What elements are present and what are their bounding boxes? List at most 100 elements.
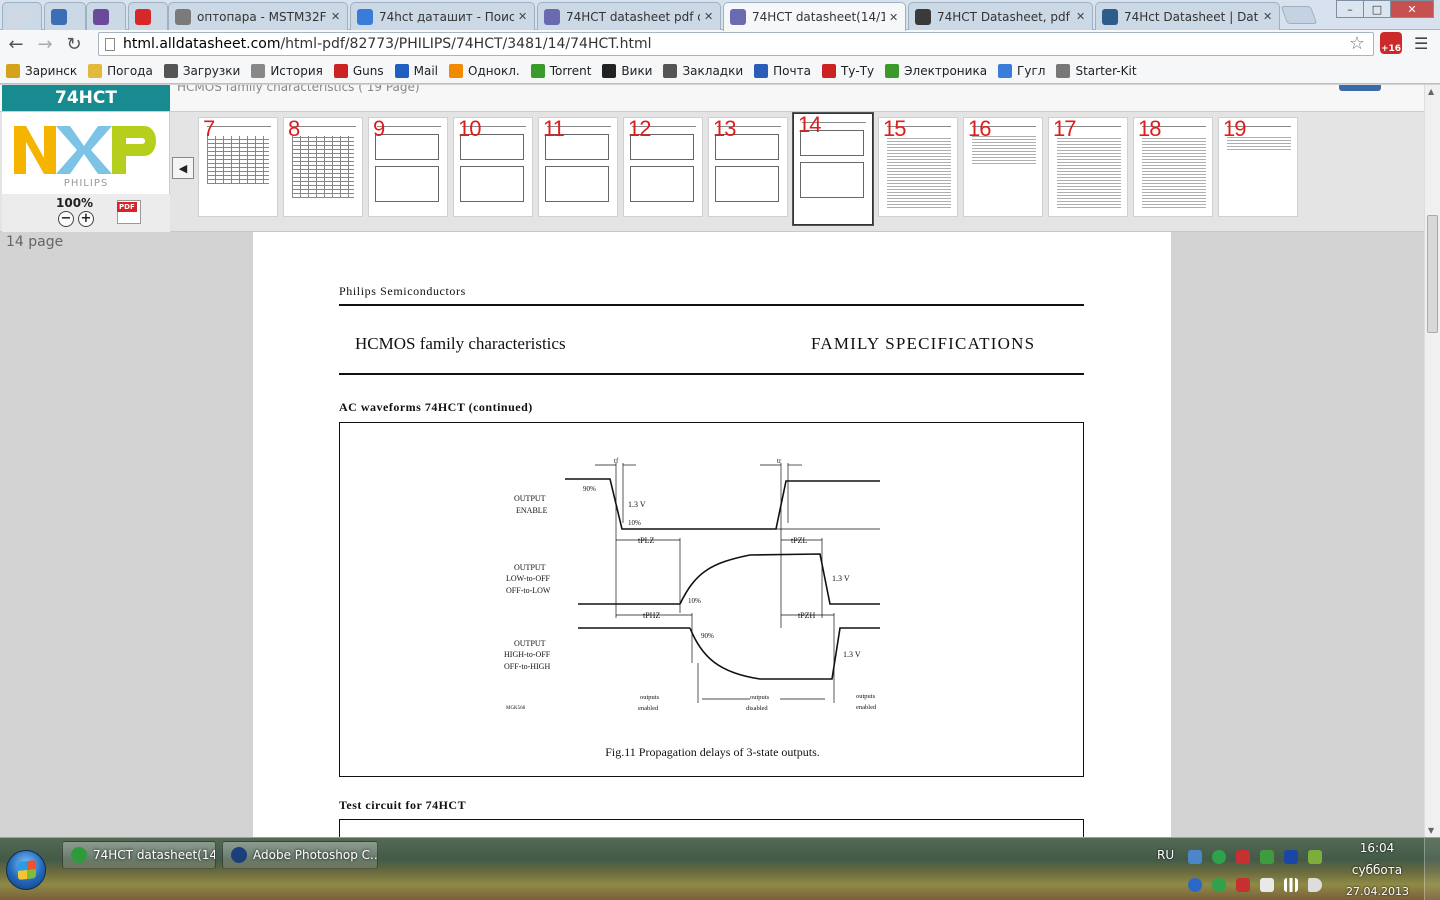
crown-icon <box>93 8 109 25</box>
sync-tray-icon[interactable] <box>1212 850 1226 864</box>
bookmark-item[interactable]: Погода <box>88 63 153 78</box>
menu-icon[interactable]: ☰ <box>1414 34 1428 53</box>
maximize-button[interactable]: □ <box>1363 0 1391 18</box>
bookmark-item[interactable]: Ту-Ту <box>821 63 874 78</box>
taskbar-button[interactable]: Adobe Photoshop C... <box>222 841 378 869</box>
page-thumbnail[interactable]: 9 <box>368 117 448 217</box>
bluetooth-tray-icon[interactable] <box>1188 878 1202 892</box>
download-icon <box>163 63 178 78</box>
browser-tab[interactable] <box>86 2 126 30</box>
browser-tab[interactable] <box>128 2 168 30</box>
bookmark-star-icon[interactable]: ☆ <box>1349 33 1365 54</box>
bookmark-label: Закладки <box>682 63 744 78</box>
tab-close-icon[interactable]: ✕ <box>704 10 714 23</box>
address-bar[interactable]: html.alldatasheet.com/html-pdf/82773/PHI… <box>98 32 1374 56</box>
bookmark-item[interactable]: Guns <box>333 63 384 78</box>
part-number-tab[interactable]: 74HCT <box>2 85 170 111</box>
browser-tab[interactable] <box>44 2 86 30</box>
page-thumbnail[interactable]: 12 <box>623 117 703 217</box>
extension-mail-button[interactable]: +16 <box>1380 32 1402 54</box>
signal-tray-icon[interactable] <box>1284 878 1298 892</box>
scroll-down-icon[interactable]: ▼ <box>1428 826 1434 835</box>
page-thumbnail[interactable]: 13 <box>708 117 788 217</box>
taskbar-button[interactable]: 74HCT datasheet(14/... <box>62 841 216 869</box>
thumbnail-number: 15 <box>883 117 907 141</box>
antivirus-tray-icon[interactable] <box>1236 850 1250 864</box>
new-tab-button[interactable] <box>1280 6 1318 24</box>
tab-close-icon[interactable]: ✕ <box>331 10 341 23</box>
device-tray-icon[interactable] <box>1260 878 1274 892</box>
page-thumbnail[interactable]: 18 <box>1133 117 1213 217</box>
browser-tab[interactable] <box>2 2 42 30</box>
scroll-up-icon[interactable]: ▲ <box>1428 87 1434 96</box>
browser-tab[interactable]: 74HCT Datasheet, pdf - X ✕ <box>908 2 1093 30</box>
output-enable-label-2: ENABLE <box>516 506 548 515</box>
bookmark-item[interactable]: Starter-Kit <box>1056 63 1137 78</box>
page-thumbnail[interactable]: 16 <box>963 117 1043 217</box>
thumb-rule <box>292 126 356 127</box>
start-button[interactable] <box>6 850 46 890</box>
thumb-table <box>292 136 354 198</box>
update-tray-icon[interactable] <box>1212 878 1226 892</box>
bookmark-item[interactable]: Закладки <box>663 63 744 78</box>
bookmark-item[interactable]: Почта <box>754 63 811 78</box>
site-header: 74HCT HCMOS family characteristics ( 19 … <box>0 85 1424 112</box>
tab-close-icon[interactable]: ✕ <box>1076 10 1086 23</box>
page-thumbnail[interactable]: 19 <box>1218 117 1298 217</box>
page-thumbnail[interactable]: 11 <box>538 117 618 217</box>
bookmark-item[interactable]: Гугл <box>998 63 1045 78</box>
zoom-out-button[interactable]: − <box>58 211 74 227</box>
scroll-thumb[interactable] <box>1427 215 1438 333</box>
punto-tray-icon[interactable] <box>1284 850 1298 864</box>
tab-close-icon[interactable]: ✕ <box>1263 10 1273 23</box>
pdf-download-icon[interactable]: PDF <box>117 200 141 224</box>
minimize-button[interactable]: – <box>1336 0 1364 18</box>
bookmark-item[interactable]: История <box>251 63 323 78</box>
eagle-icon <box>754 63 769 78</box>
language-indicator[interactable]: RU <box>1157 848 1174 862</box>
page-thumbnail[interactable]: 17 <box>1048 117 1128 217</box>
output-enable-label-1: OUTPUT <box>514 494 546 503</box>
folder-icon <box>88 63 103 78</box>
guns-icon <box>333 63 348 78</box>
tab-close-icon[interactable]: ✕ <box>889 11 899 24</box>
page-scrollbar[interactable]: ▲ ▼ <box>1424 85 1440 837</box>
zoom-in-button[interactable]: + <box>78 211 94 227</box>
thumbnail-number: 8 <box>288 117 300 141</box>
close-window-button[interactable]: ✕ <box>1390 0 1434 18</box>
bookmark-item[interactable]: Электроника <box>885 63 987 78</box>
thumb-text <box>887 136 951 208</box>
reload-button[interactable]: ↻ <box>61 32 87 56</box>
bookmark-label: Вики <box>621 63 653 78</box>
network-tray-icon[interactable] <box>1188 850 1202 864</box>
clock-time[interactable]: 16:04 <box>1352 841 1402 855</box>
page-thumbnail[interactable]: 7 <box>198 117 278 217</box>
app-tray-icon[interactable] <box>1260 850 1274 864</box>
zoom-control: 100% − + PDF <box>2 194 170 232</box>
browser-tab[interactable]: 74Hct Datasheet | Datash ✕ <box>1095 2 1280 30</box>
pen-tray-icon[interactable] <box>1308 850 1322 864</box>
url-path: /html-pdf/82773/PHILIPS/74HCT/3481/14/74… <box>280 36 652 52</box>
volume-tray-icon[interactable] <box>1308 878 1322 892</box>
browser-tab[interactable]: 74hct даташит - Поиск в ✕ <box>350 2 535 30</box>
bookmark-item[interactable]: Загрузки <box>163 63 240 78</box>
browser-tab[interactable]: 74HCT datasheet pdf dat ✕ <box>537 2 721 30</box>
page-thumbnail[interactable]: 10 <box>453 117 533 217</box>
bookmark-item[interactable]: Однокл. <box>449 63 520 78</box>
tab-close-icon[interactable]: ✕ <box>518 10 528 23</box>
thumbnail-prev-button[interactable]: ◀ <box>172 157 194 179</box>
forward-button[interactable]: → <box>32 32 58 56</box>
show-desktop-button[interactable] <box>1424 838 1440 900</box>
page-thumbnail[interactable]: 8 <box>283 117 363 217</box>
browser-tab[interactable]: 74HCT datasheet(14/19 F ✕ <box>723 2 906 31</box>
page-thumbnail[interactable]: 14 <box>792 112 874 226</box>
bookmark-item[interactable]: Mail <box>394 63 438 78</box>
bookmark-item[interactable]: Torrent <box>530 63 591 78</box>
page-thumbnail[interactable]: 15 <box>878 117 958 217</box>
dome-icon <box>1102 8 1118 25</box>
security-tray-icon[interactable] <box>1236 878 1250 892</box>
back-button[interactable]: ← <box>3 32 29 56</box>
bookmark-item[interactable]: Заринск <box>6 63 77 78</box>
bookmark-item[interactable]: Вики <box>602 63 653 78</box>
browser-tab[interactable]: оптопара - MSTM32F10: ✕ <box>168 2 348 30</box>
